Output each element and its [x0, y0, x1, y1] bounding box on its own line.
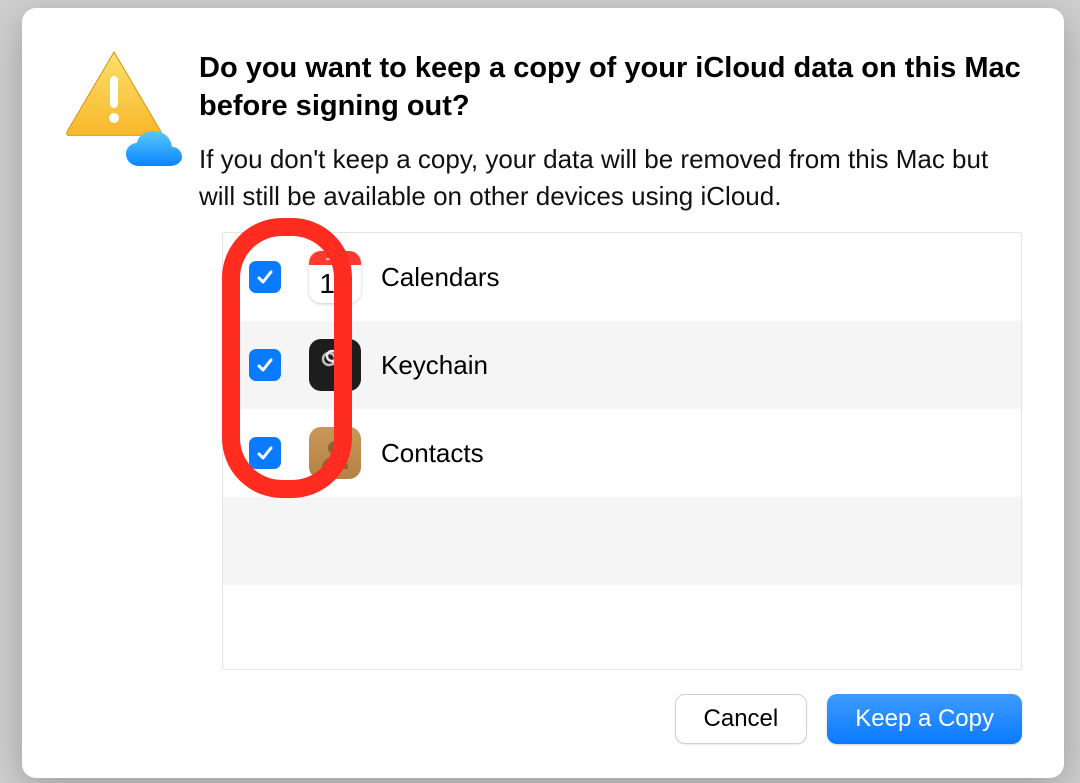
item-label: Calendars [381, 262, 500, 293]
dialog-title: Do you want to keep a copy of your iClou… [199, 50, 1022, 125]
checkbox-contacts[interactable] [249, 437, 281, 469]
icloud-icon [124, 130, 184, 170]
cancel-button[interactable]: Cancel [675, 694, 808, 744]
keep-copy-button[interactable]: Keep a Copy [827, 694, 1022, 744]
dialog-text: Do you want to keep a copy of your iClou… [199, 48, 1022, 214]
list-item-keychain: Keychain [223, 321, 1021, 409]
calendar-app-icon: JUL 17 [309, 251, 361, 303]
list-item-empty [223, 585, 1021, 670]
dialog-header: Do you want to keep a copy of your iClou… [64, 48, 1022, 214]
signout-dialog: Do you want to keep a copy of your iClou… [22, 8, 1064, 778]
checkbox-calendars[interactable] [249, 261, 281, 293]
checkbox-keychain[interactable] [249, 349, 281, 381]
list-item-empty [223, 497, 1021, 585]
warning-icon [64, 48, 164, 136]
dialog-icon-container [64, 48, 174, 158]
check-icon [255, 443, 275, 463]
data-category-list: JUL 17 Calendars Keychain [222, 232, 1022, 670]
list-item-contacts: Contacts [223, 409, 1021, 497]
check-icon [255, 355, 275, 375]
list-item-calendars: JUL 17 Calendars [223, 233, 1021, 321]
contacts-app-icon [309, 427, 361, 479]
keychain-app-icon [309, 339, 361, 391]
dialog-actions: Cancel Keep a Copy [64, 694, 1022, 744]
calendar-month-label: JUL [309, 251, 361, 265]
item-label: Keychain [381, 350, 488, 381]
person-icon [315, 433, 355, 473]
keys-icon [316, 346, 354, 384]
check-icon [255, 267, 275, 287]
item-label: Contacts [381, 438, 484, 469]
calendar-day-label: 17 [319, 265, 350, 303]
dialog-subtitle: If you don't keep a copy, your data will… [199, 141, 1022, 214]
